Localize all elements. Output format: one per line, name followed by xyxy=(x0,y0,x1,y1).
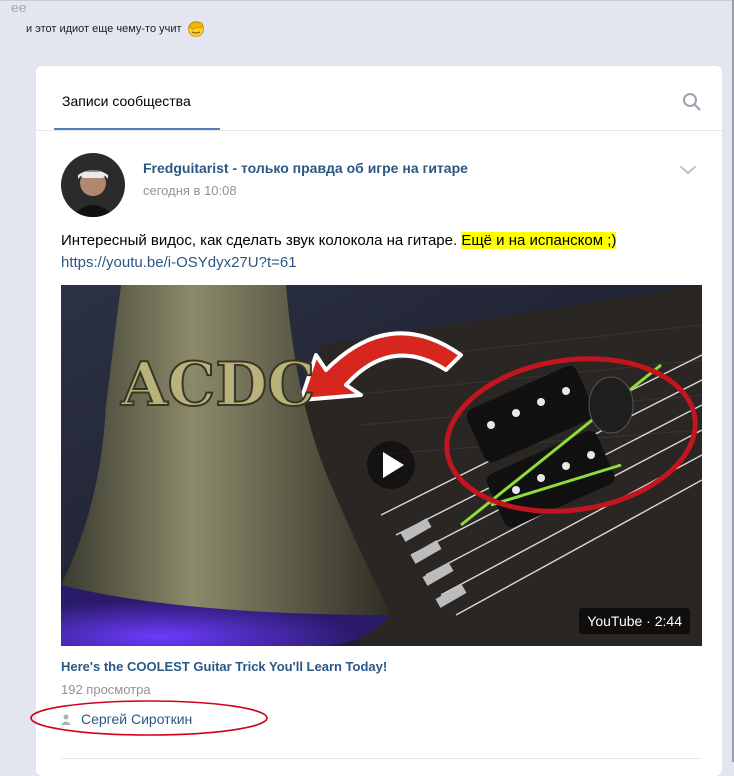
post-time[interactable]: сегодня в 10:08 xyxy=(143,183,237,198)
post-divider xyxy=(61,758,702,759)
quote-mark: ee xyxy=(11,1,27,16)
post-text: Интересный видос, как сделать звук колок… xyxy=(61,230,711,274)
tab-community-posts[interactable]: Записи сообщества xyxy=(62,93,191,109)
facepalm-emoji-icon xyxy=(187,21,204,37)
top-border xyxy=(0,0,734,1)
post-author-link[interactable]: Fredguitarist - только правда об игре на… xyxy=(143,160,468,176)
bell-engraving: ACDC xyxy=(120,350,315,420)
red-annotation-oval xyxy=(30,700,268,736)
community-posts-widget: Записи сообщества Fredguitarist - только… xyxy=(30,66,722,776)
active-tab-underline xyxy=(54,128,220,130)
video-title-link[interactable]: Here's the COOLEST Guitar Trick You'll L… xyxy=(61,659,387,674)
video-duration-badge: YouTube · 2:44 xyxy=(579,608,690,634)
chevron-down-icon[interactable] xyxy=(678,164,698,176)
video-thumbnail-image: ACDC xyxy=(61,285,702,646)
post-text-highlighted: Ещё и на испанском ;) xyxy=(461,232,617,249)
video-views: 192 просмотра xyxy=(61,682,151,697)
post-text-main: Интересный видос, как сделать звук колок… xyxy=(61,232,462,249)
video-thumbnail[interactable]: ACDC YouTube · 2:44 xyxy=(61,285,702,646)
comment-text: и этот идиот еще чему-то учит xyxy=(26,22,182,35)
avatar[interactable] xyxy=(61,153,125,217)
search-icon[interactable] xyxy=(682,92,702,112)
comment: и этот идиот еще чему-то учит xyxy=(26,20,206,37)
post-link[interactable]: https://youtu.be/i-OSYdyx27U?t=61 xyxy=(61,254,297,271)
widget-header: Записи сообщества xyxy=(36,66,722,131)
